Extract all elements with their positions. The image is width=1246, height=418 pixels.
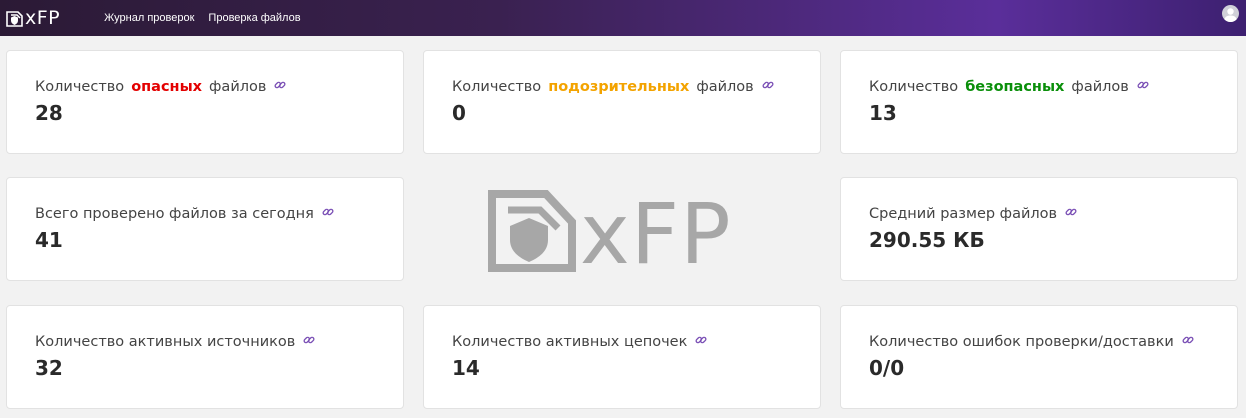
card-value: 41: [35, 228, 63, 252]
label-text: Количество активных источников: [35, 334, 296, 350]
card-label: Количество подозрительных файлов: [452, 79, 774, 95]
nav-link-file-check[interactable]: Проверка файлов: [208, 12, 300, 24]
label-text: Количество ошибок проверки/доставки: [869, 334, 1174, 350]
link-icon[interactable]: [274, 79, 286, 95]
card-label: Количество активных источников: [35, 334, 315, 350]
xfp-watermark: xFP: [488, 188, 732, 276]
user-avatar-icon[interactable]: [1222, 5, 1239, 22]
card-dangerous-files: Количество опасных файлов 28: [6, 50, 404, 154]
label-text: Всего проверено файлов за сегодня: [35, 206, 314, 222]
main-nav: Журнал проверок Проверка файлов: [104, 12, 300, 24]
link-icon[interactable]: [322, 206, 334, 222]
shield-folder-icon: [6, 9, 24, 27]
logo-text: xFP: [25, 6, 61, 29]
label-highlight-suspicious: подозрительных: [548, 79, 690, 95]
label-text: Средний размер файлов: [869, 206, 1058, 222]
card-value: 290.55 КБ: [869, 228, 985, 252]
label-suffix: файлов: [209, 79, 267, 95]
top-bar: xFP Журнал проверок Проверка файлов: [0, 0, 1246, 36]
card-label: Количество ошибок проверки/доставки: [869, 334, 1194, 350]
shield-folder-icon: [488, 188, 576, 276]
label-highlight-dangerous: опасных: [131, 79, 203, 95]
card-value: 28: [35, 101, 63, 125]
link-icon[interactable]: [1137, 79, 1149, 95]
label-prefix: Количество: [452, 79, 542, 95]
label-suffix: файлов: [1071, 79, 1129, 95]
card-label: Количество опасных файлов: [35, 79, 286, 95]
card-checked-today: Всего проверено файлов за сегодня 41: [6, 177, 404, 281]
link-icon[interactable]: [303, 334, 315, 350]
card-label: Количество безопасных файлов: [869, 79, 1149, 95]
card-label: Всего проверено файлов за сегодня: [35, 206, 334, 222]
card-safe-files: Количество безопасных файлов 13: [840, 50, 1238, 154]
card-value: 13: [869, 101, 897, 125]
label-text: Количество активных цепочек: [452, 334, 688, 350]
card-value: 0: [452, 101, 466, 125]
card-value: 14: [452, 356, 480, 380]
label-suffix: файлов: [696, 79, 754, 95]
card-active-sources: Количество активных источников 32: [6, 305, 404, 409]
link-icon[interactable]: [762, 79, 774, 95]
link-icon[interactable]: [1065, 206, 1077, 222]
card-value: 32: [35, 356, 63, 380]
card-label: Средний размер файлов: [869, 206, 1077, 222]
nav-link-check-log[interactable]: Журнал проверок: [104, 12, 194, 24]
label-prefix: Количество: [869, 79, 959, 95]
card-label: Количество активных цепочек: [452, 334, 707, 350]
card-active-chains: Количество активных цепочек 14: [423, 305, 821, 409]
watermark-text: xFP: [580, 185, 732, 283]
logo[interactable]: xFP: [6, 0, 60, 36]
label-highlight-safe: безопасных: [965, 79, 1065, 95]
link-icon[interactable]: [695, 334, 707, 350]
card-value: 0/0: [869, 356, 905, 380]
label-prefix: Количество: [35, 79, 125, 95]
card-errors: Количество ошибок проверки/доставки 0/0: [840, 305, 1238, 409]
card-suspicious-files: Количество подозрительных файлов 0: [423, 50, 821, 154]
link-icon[interactable]: [1182, 334, 1194, 350]
card-avg-size: Средний размер файлов 290.55 КБ: [840, 177, 1238, 281]
